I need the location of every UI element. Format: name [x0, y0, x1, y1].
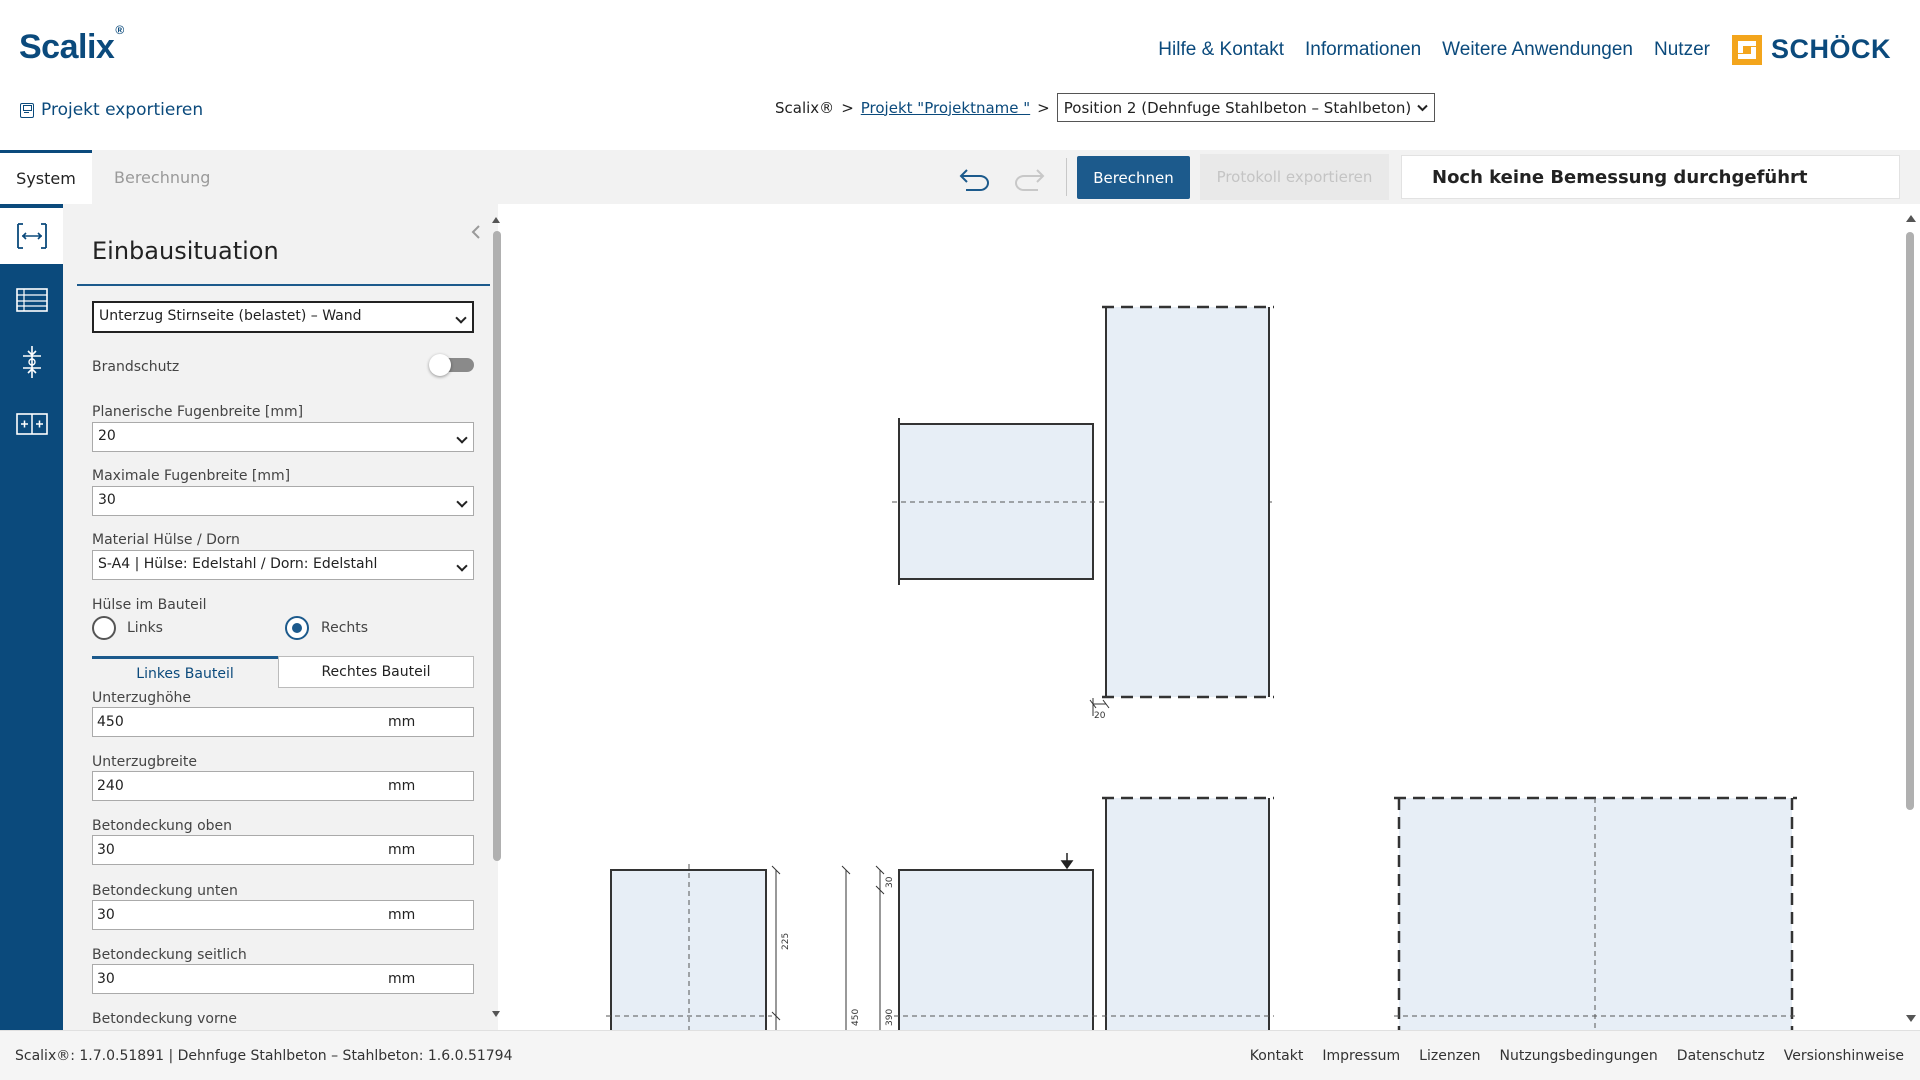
grid-icon	[15, 413, 48, 435]
field-label: Betondeckung vorne	[92, 1011, 237, 1027]
tab-system[interactable]: System	[0, 150, 92, 204]
panel-scrollbar-thumb[interactable]	[493, 231, 501, 861]
breadcrumb-root: Scalix®	[775, 98, 835, 117]
nav-more-apps[interactable]: Weitere Anwendungen	[1442, 39, 1633, 61]
joint-icon	[16, 223, 47, 249]
footer-link-imprint[interactable]: Impressum	[1322, 1048, 1400, 1064]
fire-protection-label: Brandschutz	[92, 359, 180, 375]
load-arrow-icon	[1060, 853, 1074, 870]
panel-title: Einbausituation	[92, 237, 279, 265]
footer-link-terms[interactable]: Nutzungsbedingungen	[1500, 1048, 1658, 1064]
footer-link-privacy[interactable]: Datenschutz	[1677, 1048, 1765, 1064]
breadcrumb-project-link[interactable]: Projekt "Projektname "	[861, 99, 1030, 117]
canvas-scrollbar-thumb[interactable]	[1906, 232, 1914, 810]
tab-right-component[interactable]: Rechtes Bauteil	[278, 656, 474, 688]
cover-side-input[interactable]: 30 mm	[92, 964, 474, 994]
dim-joint-label: 20	[1094, 711, 1106, 721]
field-label: Betondeckung oben	[92, 818, 233, 834]
material-label: Material Hülse / Dorn	[92, 532, 240, 548]
material-select[interactable]: S-A4 | Hülse: Edelstahl / Dorn: Edelstah…	[92, 550, 474, 580]
rail-item-grid[interactable]	[0, 396, 63, 452]
section-middle-wall	[1106, 798, 1269, 1040]
sleeve-left-label: Links	[127, 620, 163, 636]
scalix-logo[interactable]: Scalix®	[19, 23, 124, 67]
wall-top-view	[1106, 307, 1269, 697]
schoeck-mark-icon	[1731, 34, 1762, 65]
section-right-wall	[1399, 798, 1792, 1040]
export-project-button[interactable]: Projekt exportieren	[20, 100, 203, 120]
app-header: Scalix® Hilfe & Kontakt Informationen We…	[0, 0, 1920, 150]
joint-planned-label: Planerische Fugenbreite [mm]	[92, 404, 304, 420]
dim-30-label: 30	[885, 876, 895, 888]
chevron-down-icon	[455, 312, 467, 324]
joint-max-select[interactable]: 30	[92, 486, 474, 516]
nav-user[interactable]: Nutzer	[1654, 39, 1710, 61]
construction-drawing: 20 225 450 30 390	[606, 215, 1916, 1041]
breadcrumb-separator: >	[1037, 98, 1050, 117]
beam-height-input[interactable]: 450 mm	[92, 707, 474, 737]
breadcrumb-separator: >	[841, 98, 854, 117]
schoeck-logo[interactable]: SCHÖCK	[1731, 34, 1891, 65]
side-rail	[0, 204, 63, 1030]
top-navigation: Hilfe & Kontakt Informationen Weitere An…	[1158, 34, 1891, 65]
position-select[interactable]: Position 2 (Dehnfuge Stahlbeton – Stahlb…	[1056, 93, 1436, 122]
undo-icon[interactable]	[958, 162, 992, 192]
field-label: Unterzugbreite	[92, 754, 198, 770]
rail-item-installation[interactable]	[0, 208, 63, 264]
footer-link-licenses[interactable]: Lizenzen	[1419, 1048, 1480, 1064]
field-label: Unterzughöhe	[92, 690, 192, 706]
title-divider	[77, 284, 490, 286]
load-icon	[22, 346, 41, 378]
dim-450-label: 450	[851, 1009, 861, 1026]
nav-information[interactable]: Informationen	[1305, 39, 1421, 61]
table-icon	[15, 288, 48, 312]
installation-situation-select[interactable]: Unterzug Stirnseite (belastet) – Wand	[92, 301, 474, 333]
redo-icon[interactable]	[1012, 162, 1046, 192]
breadcrumb: Scalix® > Projekt "Projektname " > Posit…	[775, 93, 1436, 122]
export-project-label: Projekt exportieren	[41, 100, 204, 120]
joint-max-label: Maximale Fugenbreite [mm]	[92, 468, 291, 484]
collapse-panel-icon[interactable]	[471, 224, 481, 245]
field-label: Betondeckung unten	[92, 883, 238, 899]
version-info: Scalix®: 1.7.0.51891 | Dehnfuge Stahlbet…	[15, 1048, 513, 1064]
chevron-down-icon	[456, 432, 468, 444]
export-protocol-button[interactable]: Protokoll exportieren	[1200, 154, 1389, 200]
calculation-status: Noch keine Bemessung durchgeführt	[1401, 155, 1900, 199]
drawing-canvas[interactable]: 20 225 450 30 390	[506, 204, 1920, 1041]
fire-protection-toggle[interactable]	[429, 354, 474, 376]
calculate-button[interactable]: Berechnen	[1077, 156, 1190, 199]
joint-planned-select[interactable]: 20	[92, 422, 474, 452]
section-middle-beam	[898, 869, 1094, 1041]
beam-width-input[interactable]: 240 mm	[92, 771, 474, 801]
save-icon	[20, 102, 34, 118]
app-footer: Scalix®: 1.7.0.51891 | Dehnfuge Stahlbet…	[0, 1030, 1920, 1080]
chevron-down-icon	[456, 496, 468, 508]
sleeve-right-label: Rechts	[321, 620, 369, 636]
sleeve-label: Hülse im Bauteil	[92, 597, 207, 613]
toolbar-divider	[1066, 158, 1067, 196]
cover-bottom-input[interactable]: 30 mm	[92, 900, 474, 930]
sleeve-left-radio[interactable]	[92, 616, 116, 640]
field-label: Betondeckung seitlich	[92, 947, 247, 963]
rail-item-table[interactable]	[0, 272, 63, 328]
toolbar: System Berechnung Berechnen Protokoll ex…	[0, 150, 1920, 204]
nav-help-contact[interactable]: Hilfe & Kontakt	[1158, 39, 1284, 61]
dim-225-label: 225	[781, 933, 791, 950]
chevron-down-icon	[1417, 104, 1428, 111]
rail-item-load[interactable]	[0, 334, 63, 390]
dim-390-label: 390	[885, 1009, 895, 1026]
tab-left-component[interactable]: Linkes Bauteil	[92, 656, 278, 688]
footer-link-release-notes[interactable]: Versionshinweise	[1784, 1048, 1904, 1064]
installation-panel: Einbausituation Unterzug Stirnseite (bel…	[63, 204, 498, 1030]
chevron-down-icon	[456, 560, 468, 572]
cover-top-input[interactable]: 30 mm	[92, 835, 474, 865]
footer-links: Kontakt Impressum Lizenzen Nutzungsbedin…	[1250, 1048, 1904, 1064]
tab-calculation[interactable]: Berechnung	[114, 150, 210, 204]
footer-link-contact[interactable]: Kontakt	[1250, 1048, 1304, 1064]
sleeve-right-radio[interactable]	[285, 616, 309, 640]
